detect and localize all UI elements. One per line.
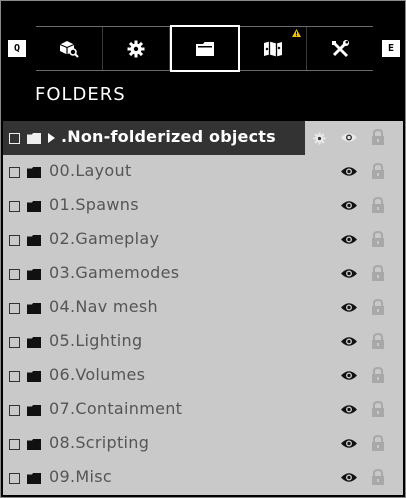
folder-checkbox[interactable] xyxy=(9,405,20,416)
lock-icon[interactable] xyxy=(370,333,386,350)
folder-name: 09.Misc xyxy=(49,467,112,486)
folder-row[interactable]: 07.Containment xyxy=(3,393,403,427)
folder-row[interactable]: 04.Nav mesh xyxy=(3,291,403,325)
folders-panel: Q E FOLDERS .Non-folderized objects 00.L… xyxy=(0,0,406,498)
folder-name: 07.Containment xyxy=(49,399,183,418)
lock-icon[interactable] xyxy=(370,299,386,316)
folder-icon xyxy=(27,439,41,450)
tab-folders[interactable] xyxy=(170,25,240,72)
settings-gear-icon[interactable] xyxy=(313,132,326,145)
lock-icon[interactable] xyxy=(370,401,386,418)
folder-icon xyxy=(27,473,41,484)
folder-checkbox[interactable] xyxy=(9,303,20,314)
lock-icon[interactable] xyxy=(370,129,386,146)
visibility-eye-icon[interactable] xyxy=(340,200,358,211)
map-icon xyxy=(264,41,282,56)
visibility-eye-icon[interactable] xyxy=(340,302,358,313)
visibility-eye-icon[interactable] xyxy=(340,404,358,415)
folder-icon xyxy=(27,303,41,314)
folder-checkbox[interactable] xyxy=(9,167,20,178)
folder-row[interactable]: 01.Spawns xyxy=(3,189,403,223)
folder-icon xyxy=(27,371,41,382)
lock-icon[interactable] xyxy=(370,265,386,282)
visibility-eye-icon[interactable] xyxy=(340,132,358,143)
lock-icon[interactable] xyxy=(370,163,386,180)
warning-icon xyxy=(292,29,301,37)
folder-checkbox[interactable] xyxy=(9,371,20,382)
folder-name: 08.Scripting xyxy=(49,433,150,452)
lock-icon[interactable] xyxy=(370,367,386,384)
folder-name: .Non-folderized objects xyxy=(61,127,276,146)
visibility-eye-icon[interactable] xyxy=(340,166,358,177)
visibility-eye-icon[interactable] xyxy=(340,268,358,279)
folder-name: 02.Gameplay xyxy=(49,229,160,248)
folder-checkbox[interactable] xyxy=(9,235,20,246)
folder-icon xyxy=(27,133,41,144)
prev-tab-key-badge: Q xyxy=(8,40,26,57)
folder-row[interactable]: 06.Volumes xyxy=(3,359,403,393)
folder-icon xyxy=(27,269,41,280)
folder-checkbox[interactable] xyxy=(9,439,20,450)
lock-icon[interactable] xyxy=(370,197,386,214)
folder-name: 00.Layout xyxy=(49,161,132,180)
tools-icon xyxy=(332,39,349,57)
folder-row[interactable]: 09.Misc xyxy=(3,461,403,495)
cube-search-icon xyxy=(59,40,79,58)
folder-checkbox[interactable] xyxy=(9,269,20,280)
visibility-eye-icon[interactable] xyxy=(340,234,358,245)
folder-row[interactable]: 03.Gamemodes xyxy=(3,257,403,291)
folder-name: 04.Nav mesh xyxy=(49,297,158,316)
tab-settings[interactable] xyxy=(103,27,170,70)
folder-row[interactable]: 08.Scripting xyxy=(3,427,403,461)
lock-icon[interactable] xyxy=(370,231,386,248)
folder-icon xyxy=(27,405,41,416)
folder-name: 03.Gamemodes xyxy=(49,263,180,282)
tab-map[interactable] xyxy=(240,27,307,70)
folder-icon xyxy=(27,201,41,212)
folder-checkbox[interactable] xyxy=(9,473,20,484)
tab-objects[interactable] xyxy=(36,27,103,70)
folder-row[interactable]: 02.Gameplay xyxy=(3,223,403,257)
visibility-eye-icon[interactable] xyxy=(340,336,358,347)
folder-checkbox[interactable] xyxy=(9,337,20,348)
next-tab-key-badge: E xyxy=(382,40,400,57)
folder-list: .Non-folderized objects 00.Layout 01.Spa… xyxy=(3,121,403,495)
lock-icon[interactable] xyxy=(370,435,386,452)
folder-checkbox[interactable] xyxy=(9,201,20,212)
folder-checkbox[interactable] xyxy=(9,133,20,144)
folder-name: 05.Lighting xyxy=(49,331,143,350)
visibility-eye-icon[interactable] xyxy=(340,438,358,449)
folder-row[interactable]: 00.Layout xyxy=(3,155,403,189)
lock-icon[interactable] xyxy=(370,469,386,486)
tab-tools[interactable] xyxy=(307,27,373,70)
expand-arrow-icon[interactable] xyxy=(48,133,55,143)
panel-title: FOLDERS xyxy=(35,84,126,105)
folder-icon xyxy=(27,167,41,178)
gear-icon xyxy=(127,40,145,57)
folder-row-selected[interactable]: .Non-folderized objects xyxy=(3,121,403,155)
folder-icon xyxy=(27,337,41,348)
folder-row[interactable]: 05.Lighting xyxy=(3,325,403,359)
folder-icon xyxy=(196,41,214,56)
folder-name: 06.Volumes xyxy=(49,365,146,384)
visibility-eye-icon[interactable] xyxy=(340,472,358,483)
tab-bar xyxy=(36,25,373,72)
folder-icon xyxy=(27,235,41,246)
visibility-eye-icon[interactable] xyxy=(340,370,358,381)
folder-name: 01.Spawns xyxy=(49,195,139,214)
